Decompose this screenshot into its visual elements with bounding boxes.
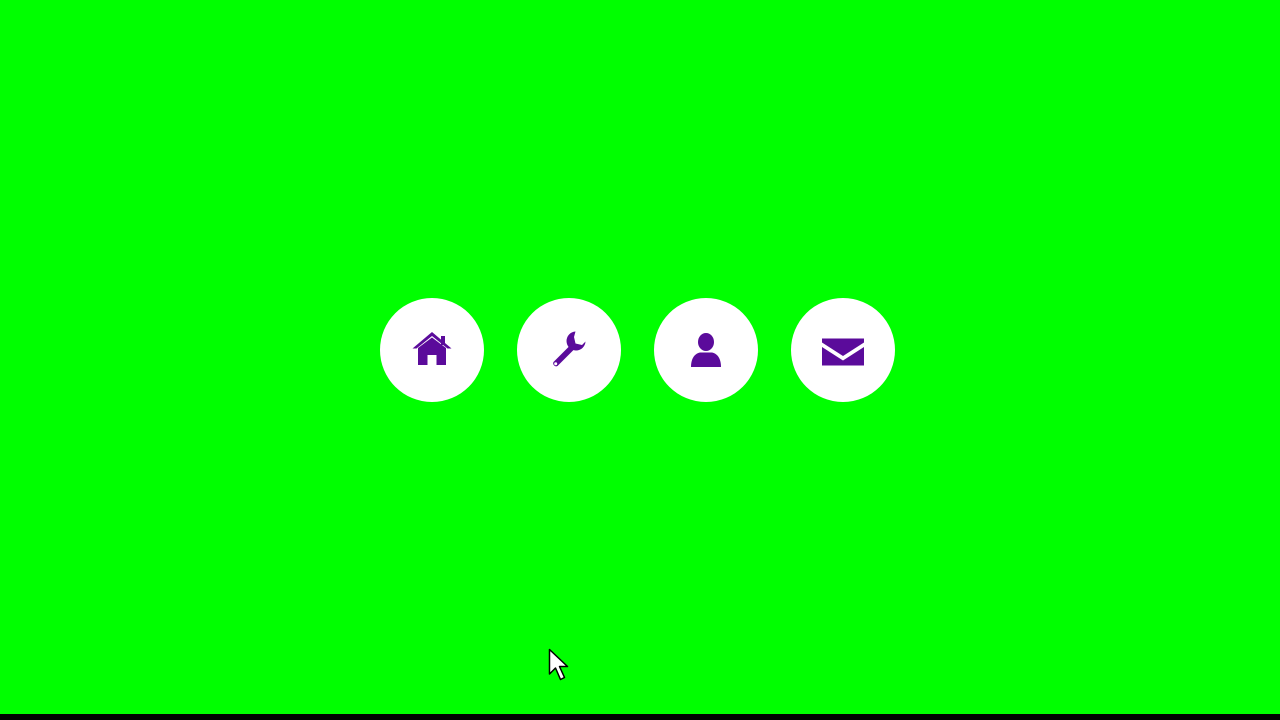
- bottom-bar: [0, 714, 1280, 720]
- user-icon: [691, 333, 721, 367]
- screen: [0, 0, 1280, 714]
- envelope-icon: [822, 338, 864, 366]
- profile-button[interactable]: [654, 298, 758, 402]
- icon-button-row: [380, 298, 896, 402]
- wrench-icon: [553, 331, 586, 367]
- tools-button[interactable]: [517, 298, 621, 402]
- mail-button[interactable]: [791, 298, 895, 402]
- home-button[interactable]: [380, 298, 484, 402]
- home-icon: [412, 332, 452, 365]
